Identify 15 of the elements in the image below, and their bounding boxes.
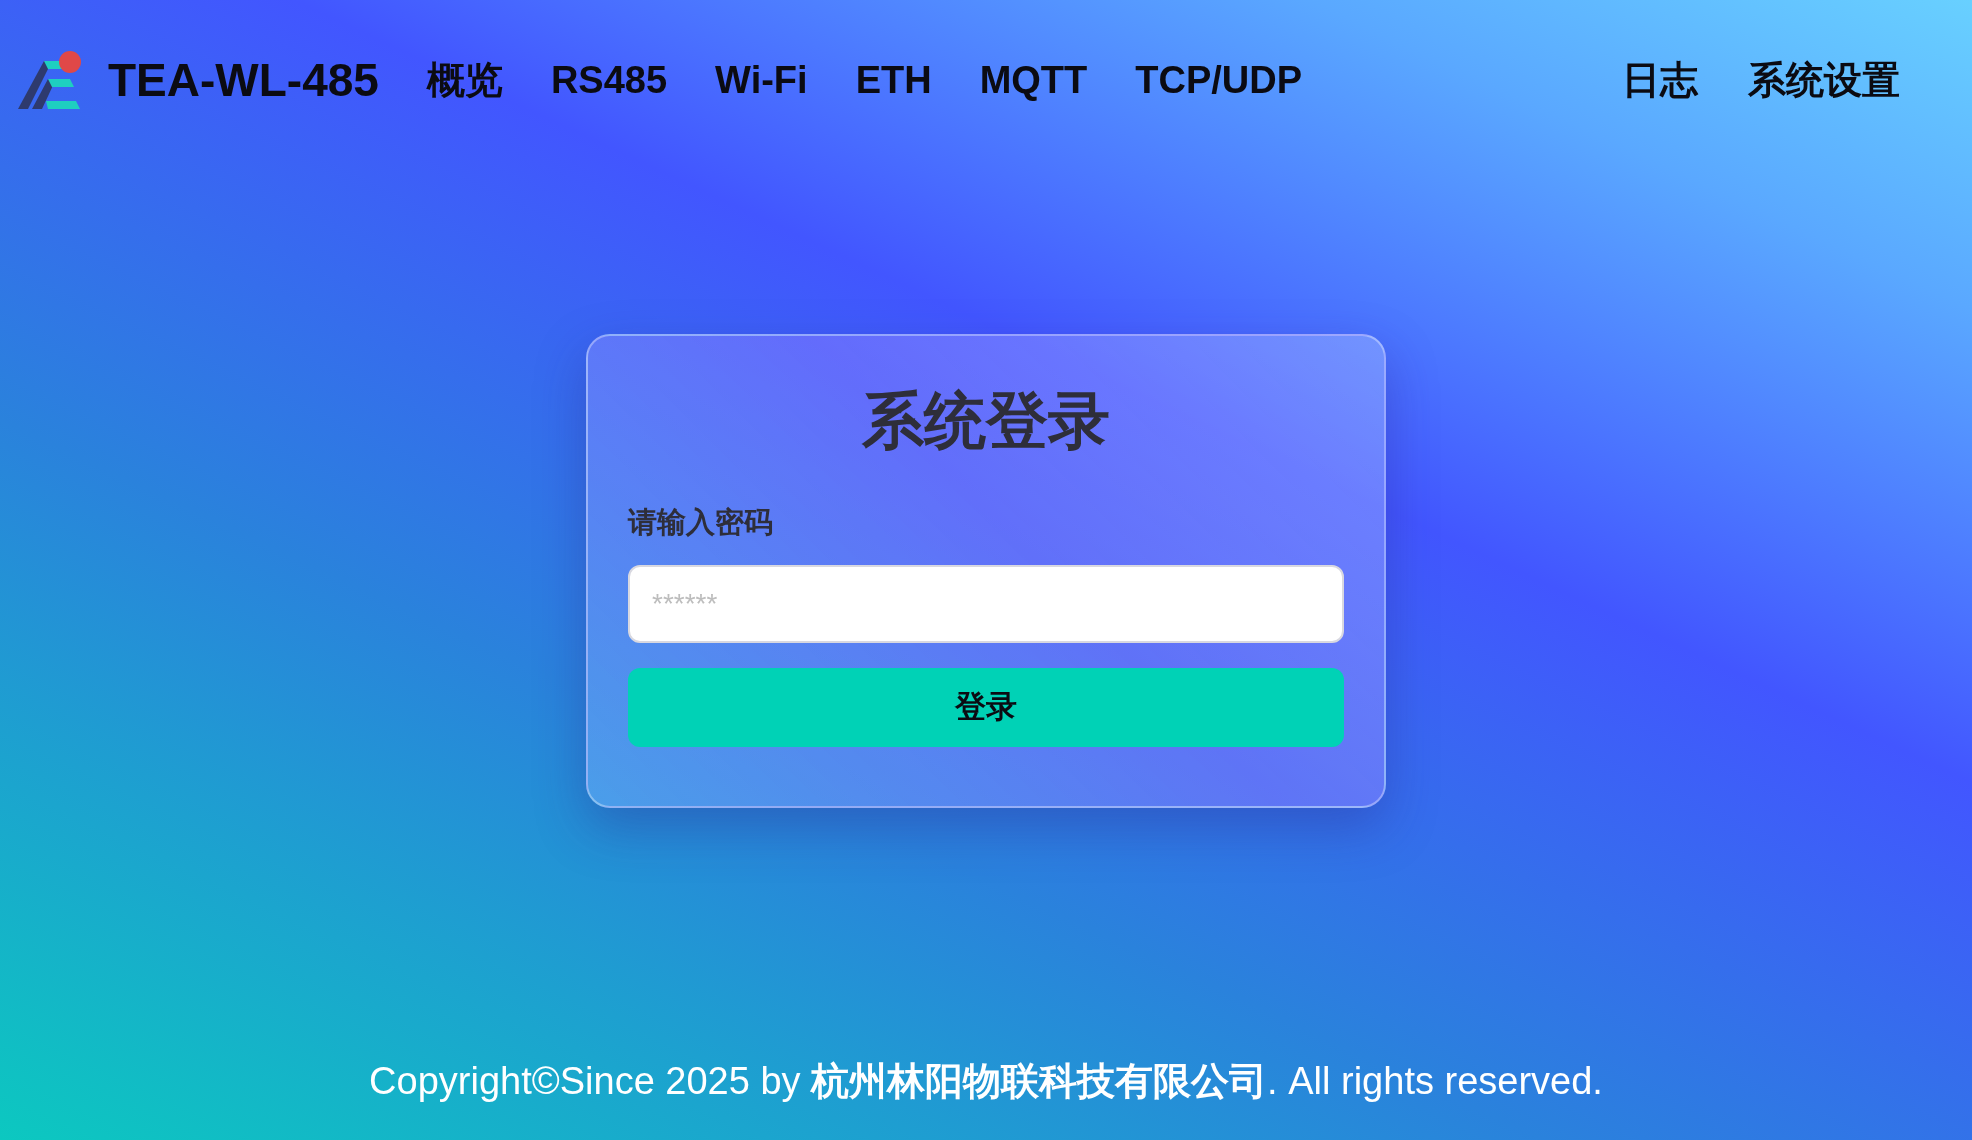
password-field[interactable]: ****** (628, 564, 1344, 643)
nav-link[interactable]: 日志 (1622, 51, 1698, 109)
copyright-text: Copyright©Since 2025 by 杭州林阳物联科技有限公司. All rights reserved. (369, 1059, 1603, 1104)
logo-icon (18, 51, 84, 109)
nav-link[interactable]: Wi-Fi (715, 51, 808, 109)
password-label: 请输入密码 (628, 505, 774, 540)
nav-link[interactable]: MQTT (979, 51, 1088, 109)
nav-link[interactable]: ETH (855, 51, 932, 109)
login-button[interactable]: 登录 (628, 667, 1344, 747)
nav-link[interactable]: 系统设置 (1748, 51, 1900, 109)
nav-link[interactable]: 概览 (426, 51, 503, 109)
brand-name: TEA-WL-485 (108, 52, 379, 108)
login-title: 系统登录 (861, 385, 1111, 457)
nav-link[interactable]: RS485 (550, 51, 668, 109)
nav-link[interactable]: TCP/UDP (1135, 51, 1303, 109)
